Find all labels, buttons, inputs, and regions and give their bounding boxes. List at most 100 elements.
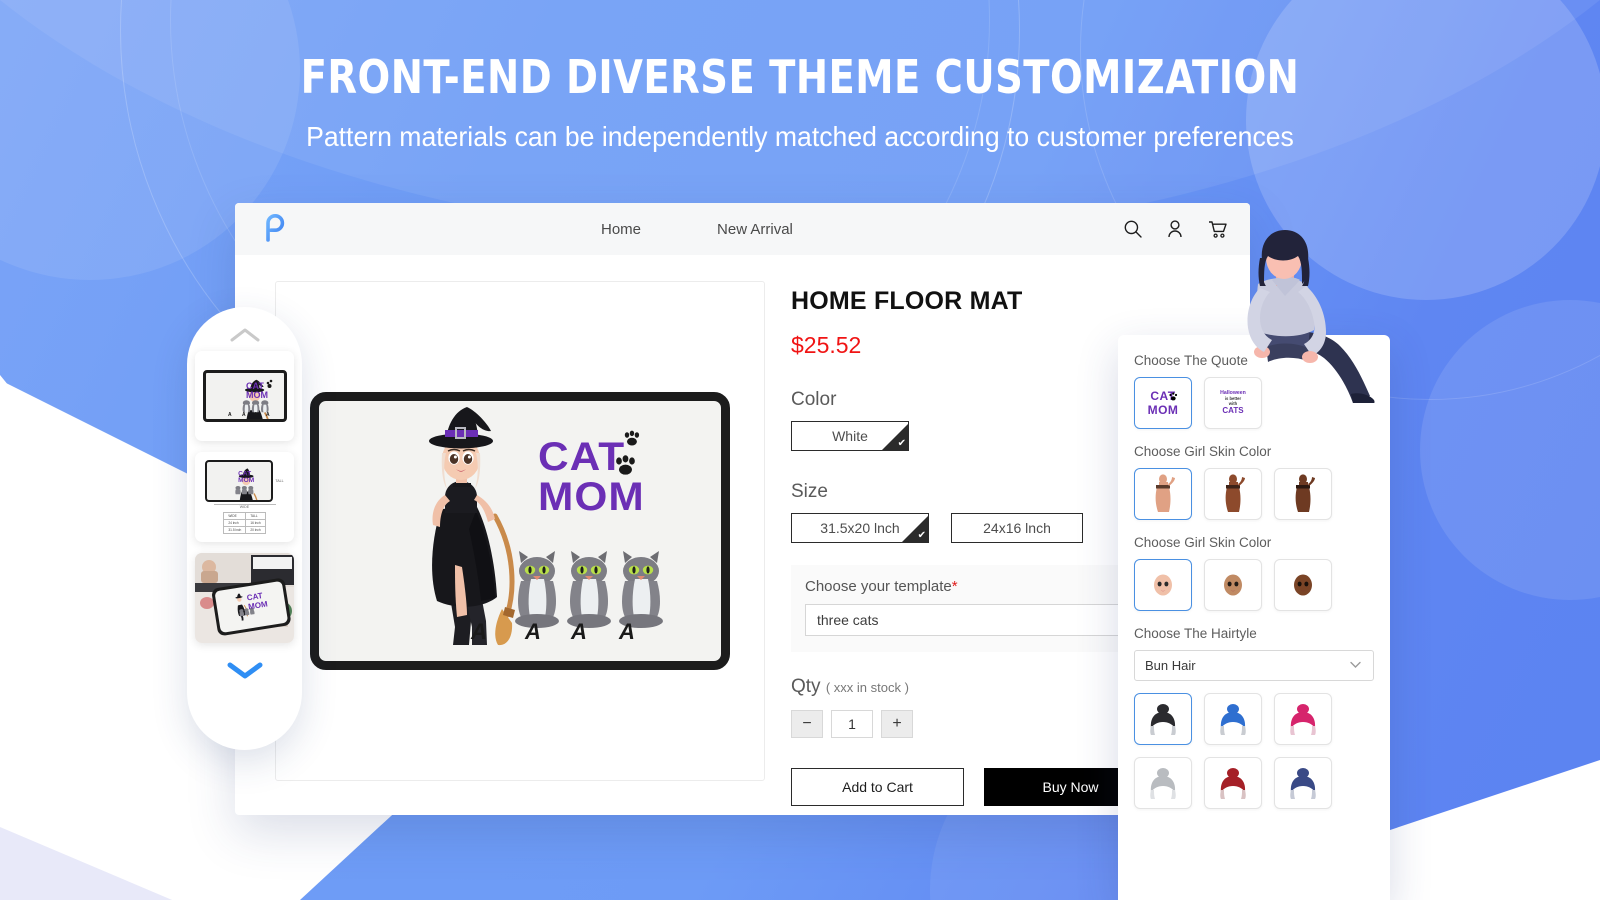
nav-links: Home New Arrival — [601, 221, 793, 238]
hair-pink-swatch[interactable] — [1274, 693, 1332, 745]
nav-link-new-arrival[interactable]: New Arrival — [717, 221, 793, 238]
svg-text:A: A — [266, 412, 270, 418]
svg-text:A: A — [254, 412, 258, 418]
product-layout: A A A A CAT MOM HOME FLOOR MAT $25.52 Color… — [235, 255, 1250, 806]
search-icon[interactable] — [1123, 219, 1143, 239]
skin-body-dark-swatch[interactable] — [1274, 468, 1332, 520]
skin-face-light-swatch[interactable] — [1134, 559, 1192, 611]
customizer-panel: Choose The Quote CAT MOM Halloween is be… — [1118, 335, 1390, 900]
nav-icon-group — [1123, 219, 1228, 240]
witch-girl-illustration — [429, 407, 515, 646]
skin-face-dark-swatch[interactable] — [1274, 559, 1332, 611]
product-info: HOME FLOOR MAT $25.52 Color White ✔ Size… — [765, 281, 1157, 806]
size-option-large[interactable]: 31.5x20 lnch ✔ — [791, 513, 929, 543]
check-icon: ✔ — [917, 530, 926, 541]
skin-body-medium-swatch[interactable] — [1204, 468, 1262, 520]
qty-label: Qty ( xxx in stock ) — [791, 676, 1157, 698]
sitting-woman-illustration — [1222, 228, 1392, 408]
qty-increase-button[interactable]: + — [881, 710, 913, 738]
size-dim-wide: WIDE — [213, 504, 276, 509]
thumbnail-rail: CAT MOM A A A A CAT MOM TALL WIDE WIDE TALL… — [187, 307, 302, 750]
color-options: White ✔ — [791, 421, 1157, 451]
thumbnail-list: CAT MOM A A A A CAT MOM TALL WIDE WIDE TALL… — [195, 351, 294, 643]
thumb-mat: CAT MOM AAAA — [202, 370, 287, 422]
check-icon: ✔ — [897, 438, 906, 449]
svg-text:A: A — [524, 619, 541, 644]
chevron-up-icon[interactable] — [228, 325, 262, 345]
skin-face-swatch-row — [1134, 559, 1374, 611]
size-label: Size — [791, 481, 828, 502]
add-to-cart-button[interactable]: Add to Cart — [791, 768, 965, 806]
section-label-hairtyle: Choose The Hairtyle — [1134, 626, 1257, 641]
section-label-girl-skin-color-body: Choose Girl Skin Color — [1134, 444, 1272, 459]
template-section: Choose your template* three cats — [791, 565, 1157, 652]
size-dim-tall: TALL — [275, 479, 284, 483]
cta-row: Add to Cart Buy Now — [791, 768, 1157, 806]
qty-label-text: Qty — [791, 676, 821, 697]
nav-link-home[interactable]: Home — [601, 221, 641, 238]
artwork-svg: AAAA — [429, 407, 663, 646]
svg-text:A: A — [618, 619, 635, 644]
svg-text:MOM: MOM — [246, 390, 268, 400]
artwork-quote: CAT MOM — [538, 437, 645, 517]
artwork-quote-line1: CAT — [537, 435, 626, 479]
chevron-down-icon — [1348, 657, 1363, 675]
thumbnail-size-chart[interactable]: CAT MOM TALL WIDE WIDE TALL 24 lnch 16 lnc… — [195, 452, 294, 542]
color-label: Color — [791, 389, 837, 410]
hero-heading-block: FRONT-END DIVERSE THEME CUSTOMIZATION Pa… — [0, 50, 1600, 153]
thumb-sizechart-wrap: CAT MOM TALL WIDE WIDE TALL 24 lnch 16 lnc… — [199, 457, 291, 537]
main-product-image[interactable]: A A A A CAT MOM — [275, 281, 765, 781]
qty-input[interactable]: 1 — [831, 710, 873, 738]
hair-black-swatch[interactable] — [1134, 693, 1192, 745]
hairstyle-select[interactable]: Bun Hair — [1134, 650, 1374, 681]
size-options: 31.5x20 lnch ✔ 24x16 lnch — [791, 513, 1157, 543]
qty-decrease-button[interactable]: − — [791, 710, 823, 738]
cats-illustration — [515, 551, 663, 628]
quote-line2: MOM — [1147, 403, 1179, 417]
size-chart-table: WIDE TALL 24 lnch 16 lnch 31.5 lnch 20 lnch — [223, 512, 266, 534]
hair-blue-swatch[interactable] — [1204, 693, 1262, 745]
template-select-value: three cats — [817, 612, 879, 628]
svg-text:A: A — [228, 412, 232, 418]
lifestyle-scene: CAT MOM — [195, 553, 294, 643]
thumbnail-lifestyle[interactable]: CAT MOM — [195, 553, 294, 643]
site-navbar: Home New Arrival — [235, 203, 1250, 255]
color-option-label: White — [832, 428, 868, 444]
hair-red-swatch[interactable] — [1204, 757, 1262, 809]
size-option-small[interactable]: 24x16 lnch — [951, 513, 1083, 543]
quote-cat-mom-swatch[interactable]: CAT MOM — [1134, 377, 1192, 429]
hair-gray-swatch[interactable] — [1134, 757, 1192, 809]
hair-swatch-row — [1134, 693, 1374, 809]
hair-navy-swatch[interactable] — [1274, 757, 1332, 809]
chevron-down-icon[interactable] — [225, 659, 265, 681]
paw-print-icon — [1169, 392, 1178, 401]
template-label: Choose your template* — [805, 578, 1143, 595]
product-price: $25.52 — [791, 332, 862, 358]
shop-window-card: Home New Arrival A A A A CAT MOM HOME FL… — [235, 203, 1250, 815]
skin-body-light-swatch[interactable] — [1134, 468, 1192, 520]
quantity-stepper: − 1 + — [791, 710, 1157, 738]
required-asterisk: * — [951, 578, 958, 595]
svg-text:A: A — [470, 619, 487, 644]
size-option-label: 24x16 lnch — [983, 520, 1051, 536]
svg-text:A: A — [242, 412, 246, 418]
template-select[interactable]: three cats — [805, 604, 1143, 636]
floor-mat-artwork: A A A A CAT MOM — [310, 392, 730, 670]
brand-logo-icon[interactable] — [257, 212, 291, 246]
thumbnail-product-flat[interactable]: CAT MOM AAAA — [195, 351, 294, 441]
qty-stock-text: ( xxx in stock ) — [825, 680, 909, 695]
svg-text:MOM: MOM — [239, 477, 256, 484]
skin-face-medium-swatch[interactable] — [1204, 559, 1262, 611]
skin-body-swatch-row — [1134, 468, 1374, 520]
user-icon[interactable] — [1165, 219, 1185, 239]
hero-subtitle: Pattern materials can be independently m… — [306, 121, 1294, 152]
product-title: HOME FLOOR MAT — [791, 287, 1023, 315]
color-option-white[interactable]: White ✔ — [791, 421, 909, 451]
template-label-text: Choose your template — [805, 578, 952, 595]
artwork-quote-line2: MOM — [537, 475, 645, 519]
hero-title: FRONT-END DIVERSE THEME CUSTOMIZATION — [300, 50, 1300, 104]
svg-text:A: A — [570, 619, 587, 644]
size-option-label: 31.5x20 lnch — [820, 520, 900, 536]
section-label-girl-skin-color-face: Choose Girl Skin Color — [1134, 535, 1272, 550]
hairstyle-select-value: Bun Hair — [1145, 658, 1196, 673]
